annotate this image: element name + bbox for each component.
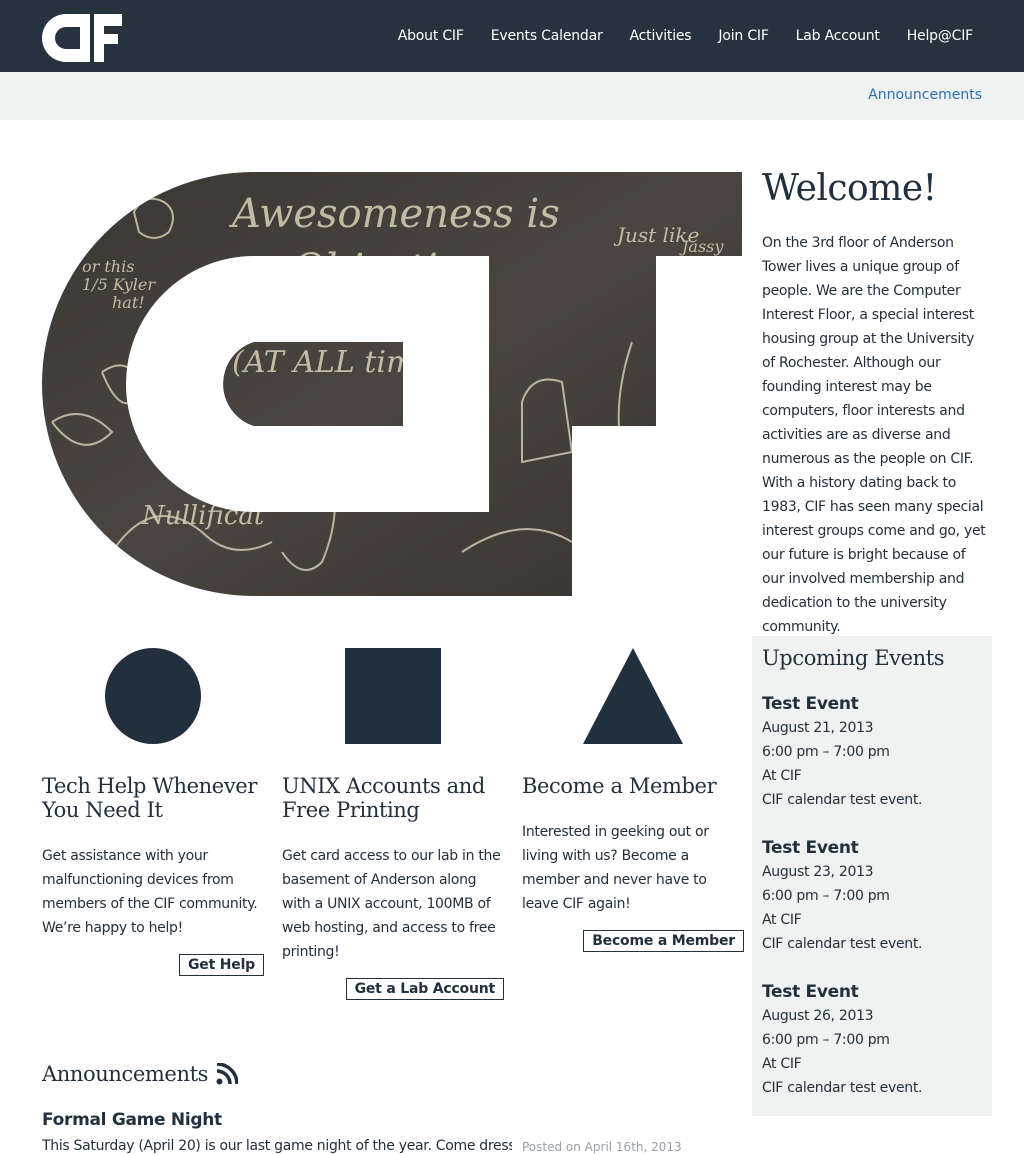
nav-join-cif[interactable]: Join CIF xyxy=(718,28,768,44)
event-date: August 26, 2013 xyxy=(762,1008,874,1024)
event-description: CIF calendar test event. xyxy=(762,792,923,808)
event-title[interactable]: Test Event xyxy=(762,836,982,860)
chalk-text-kyler: 1/5 Kyler xyxy=(82,275,156,294)
cif-chalkboard-hero-image: Awesomeness is Objective (AT ALL times!)… xyxy=(42,172,742,596)
event-date: August 23, 2013 xyxy=(762,864,874,880)
top-navigation-bar: About CIF Events Calendar Activities Joi… xyxy=(0,0,1024,72)
nav-events-calendar[interactable]: Events Calendar xyxy=(491,28,603,44)
feature-body: Get card access to our lab in the baseme… xyxy=(282,848,501,960)
upcoming-events-panel: Upcoming Events Test Event August 21, 20… xyxy=(752,636,992,1116)
become-member-button[interactable]: Become a Member xyxy=(583,930,744,952)
nav-lab-account[interactable]: Lab Account xyxy=(796,28,880,44)
feature-become-member: Become a Member Interested in geeking ou… xyxy=(522,648,744,952)
feature-tech-help: Tech Help Whenever You Need It Get assis… xyxy=(42,648,264,976)
event-title[interactable]: Test Event xyxy=(762,980,982,1004)
nav-about-cif[interactable]: About CIF xyxy=(398,28,464,44)
announcements-section: Announcements Formal Game Night This Sat… xyxy=(42,1062,742,1154)
sub-navigation-bar: Announcements xyxy=(0,72,1024,120)
feature-title: Become a Member xyxy=(522,774,717,798)
get-lab-account-button[interactable]: Get a Lab Account xyxy=(345,978,504,1000)
event-time: 6:00 pm – 7:00 pm xyxy=(762,888,890,904)
rss-feed-icon[interactable] xyxy=(216,1063,238,1085)
chalk-text-hat: hat! xyxy=(112,293,145,312)
welcome-title: Welcome! xyxy=(762,168,937,209)
feature-title: UNIX Accounts and Free Printing xyxy=(282,774,485,822)
chalk-text-jassy: Jassy xyxy=(679,237,724,256)
event-date: August 21, 2013 xyxy=(762,720,874,736)
chalk-text-or-this: or this xyxy=(82,257,134,276)
announcements-title: Announcements xyxy=(42,1062,208,1086)
event-item: Test Event August 26, 2013 6:00 pm – 7:0… xyxy=(762,980,982,1100)
event-location: At CIF xyxy=(762,768,802,784)
event-description: CIF calendar test event. xyxy=(762,936,923,952)
welcome-body: On the 3rd floor of Anderson Tower lives… xyxy=(762,235,986,635)
circle-icon xyxy=(105,648,201,744)
feature-body: Get assistance with your malfunctioning … xyxy=(42,848,258,936)
chalk-text-awesomeness: Awesomeness is xyxy=(228,191,560,237)
main-nav: About CIF Events Calendar Activities Joi… xyxy=(371,0,973,72)
event-location: At CIF xyxy=(762,1056,802,1072)
post-title[interactable]: Formal Game Night xyxy=(42,1110,742,1130)
feature-body: Interested in geeking out or living with… xyxy=(522,824,709,912)
announcements-link[interactable]: Announcements xyxy=(868,87,982,103)
nav-help-cif[interactable]: Help@CIF xyxy=(907,28,973,44)
welcome-section: Welcome! On the 3rd floor of Anderson To… xyxy=(762,168,988,639)
triangle-icon xyxy=(583,648,683,744)
event-time: 6:00 pm – 7:00 pm xyxy=(762,744,890,760)
feature-title: Tech Help Whenever You Need It xyxy=(42,774,257,822)
nav-activities[interactable]: Activities xyxy=(630,28,692,44)
event-description: CIF calendar test event. xyxy=(762,1080,923,1096)
feature-unix-accounts: UNIX Accounts and Free Printing Get card… xyxy=(282,648,504,1000)
event-title[interactable]: Test Event xyxy=(762,692,982,716)
announcements-heading: Announcements xyxy=(42,1062,742,1086)
event-location: At CIF xyxy=(762,912,802,928)
get-help-button[interactable]: Get Help xyxy=(179,954,264,976)
square-icon xyxy=(345,648,441,744)
event-item: Test Event August 23, 2013 6:00 pm – 7:0… xyxy=(762,836,982,956)
upcoming-events-title: Upcoming Events xyxy=(762,646,945,670)
event-item: Test Event August 21, 2013 6:00 pm – 7:0… xyxy=(762,692,982,812)
event-time: 6:00 pm – 7:00 pm xyxy=(762,1032,890,1048)
cif-logo[interactable] xyxy=(42,14,122,62)
